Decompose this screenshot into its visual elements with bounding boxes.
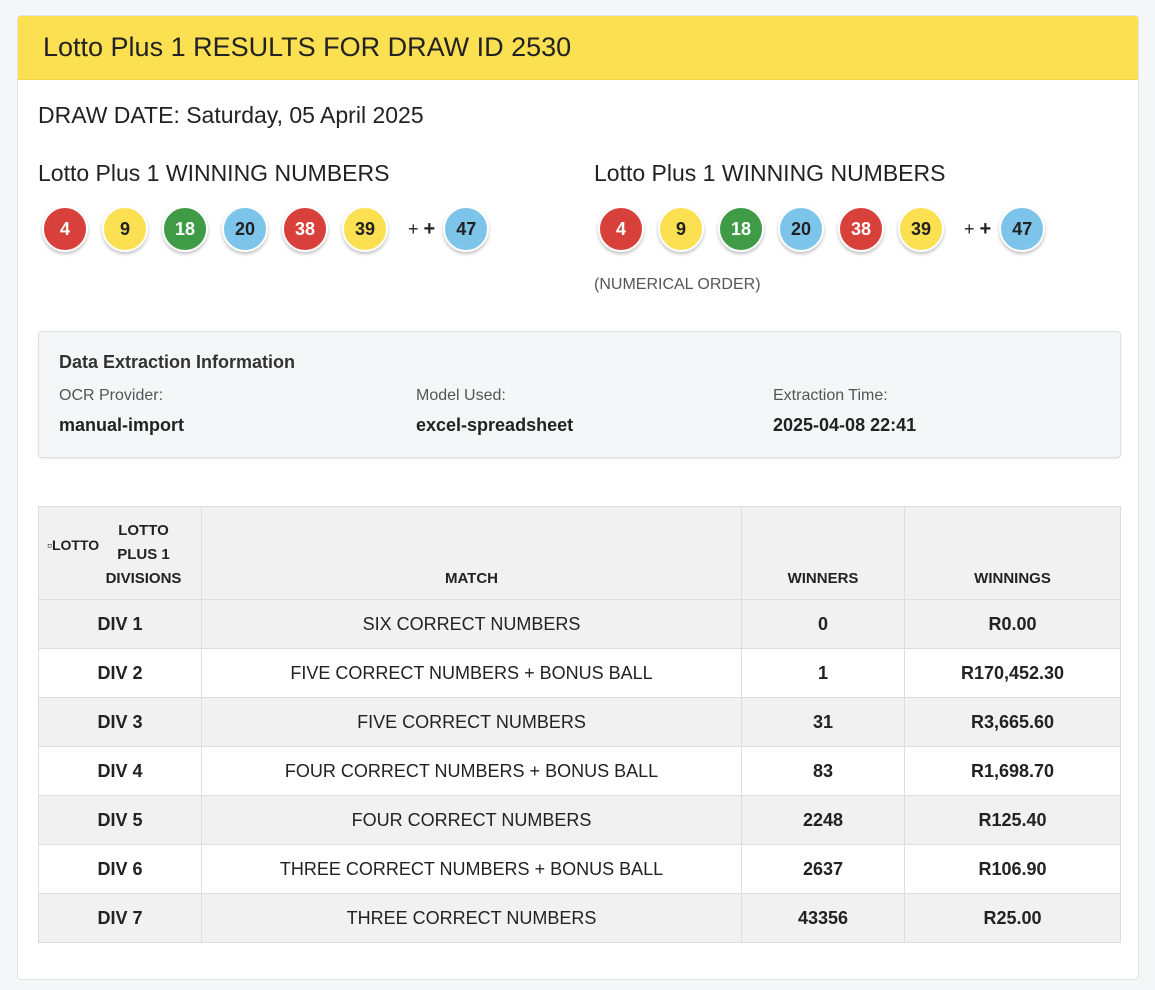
bonus-separator: + +	[408, 218, 435, 241]
lotto-ball: 20	[778, 206, 824, 252]
lotto-ball: 20	[222, 206, 268, 252]
table-row: DIV 1 SIX CORRECT NUMBERS 0 R0.00	[38, 599, 1121, 649]
lotto-ball: 4	[42, 206, 88, 252]
bonus-separator: + +	[964, 218, 991, 241]
winning-numbers-heading: Lotto Plus 1 WINNING NUMBERS	[594, 160, 946, 186]
winnings-cell: R25.00	[904, 893, 1121, 943]
division-cell: DIV 1	[38, 599, 202, 649]
bonus-ball: 47	[443, 206, 490, 252]
winners-cell: 2248	[741, 795, 905, 845]
winnings-cell: R0.00	[904, 599, 1121, 649]
winning-numbers-heading: Lotto Plus 1 WINNING NUMBERS	[38, 160, 390, 186]
table-row: DIV 4 FOUR CORRECT NUMBERS + BONUS BALL …	[38, 746, 1121, 796]
winnings-cell: R1,698.70	[904, 746, 1121, 796]
ball-row: 4 9 18 20 38 39 + + 47	[594, 206, 1055, 252]
logo-alt-text: LOTTO	[51, 537, 100, 553]
ocr-provider-label: OCR Provider:	[59, 387, 164, 404]
match-cell: THREE CORRECT NUMBERS + BONUS BALL	[201, 844, 742, 894]
lotto-ball: 18	[718, 206, 764, 252]
winners-cell: 2637	[741, 844, 905, 894]
table-row: DIV 2 FIVE CORRECT NUMBERS + BONUS BALL …	[38, 648, 1121, 698]
plus-sign: +	[964, 218, 975, 239]
card-header: Lotto Plus 1 RESULTS FOR DRAW ID 2530	[18, 16, 1138, 80]
data-extraction-panel: Data Extraction Information OCR Provider…	[38, 331, 1121, 458]
divisions-header-line: DIVISIONS	[105, 570, 182, 587]
plus-sign: +	[408, 218, 419, 239]
winnings-header: WINNINGS	[904, 506, 1121, 600]
divisions-header: ▫LOTTO LOTTO PLUS 1 DIVISIONS	[38, 506, 202, 600]
lotto-ball: 38	[282, 206, 328, 252]
ocr-provider-field: OCR Provider: manual-import	[59, 387, 184, 436]
winnings-cell: R125.40	[904, 795, 1121, 845]
table-row: DIV 6 THREE CORRECT NUMBERS + BONUS BALL…	[38, 844, 1121, 894]
extraction-time-field: Extraction Time: 2025-04-08 22:41	[773, 387, 916, 436]
draw-date: DRAW DATE: Saturday, 05 April 2025	[38, 102, 424, 128]
winners-cell: 0	[741, 599, 905, 649]
table-row: DIV 5 FOUR CORRECT NUMBERS 2248 R125.40	[38, 795, 1121, 845]
extraction-title: Data Extraction Information	[59, 352, 296, 372]
lotto-ball: 9	[658, 206, 704, 252]
model-used-value: excel-spreadsheet	[416, 415, 574, 435]
winnings-cell: R3,665.60	[904, 697, 1121, 747]
match-header: MATCH	[201, 506, 742, 600]
winnings-cell: R170,452.30	[904, 648, 1121, 698]
divisions-header-line: LOTTO	[118, 522, 169, 539]
division-cell: DIV 7	[38, 893, 202, 943]
lotto-ball: 38	[838, 206, 884, 252]
division-cell: DIV 2	[38, 648, 202, 698]
bonus-ball: 47	[999, 206, 1046, 252]
winners-header: WINNERS	[741, 506, 905, 600]
results-card: Lotto Plus 1 RESULTS FOR DRAW ID 2530 DR…	[17, 15, 1139, 980]
winning-numbers-numerical-order: Lotto Plus 1 WINNING NUMBERS 4 9 18 20 3…	[594, 160, 1055, 294]
extraction-time-value: 2025-04-08 22:41	[773, 415, 917, 435]
winnings-cell: R106.90	[904, 844, 1121, 894]
winners-cell: 1	[741, 648, 905, 698]
model-used-field: Model Used: excel-spreadsheet	[416, 387, 573, 436]
divisions-table: ▫LOTTO LOTTO PLUS 1 DIVISIONS MATCH WINN…	[38, 506, 1121, 943]
table-header-row: ▫LOTTO LOTTO PLUS 1 DIVISIONS MATCH WINN…	[38, 506, 1121, 600]
lotto-ball: 18	[162, 206, 208, 252]
match-cell: FIVE CORRECT NUMBERS + BONUS BALL	[201, 648, 742, 698]
winning-numbers-drawn-order: Lotto Plus 1 WINNING NUMBERS 4 9 18 20 3…	[38, 160, 499, 252]
division-cell: DIV 4	[38, 746, 202, 796]
extraction-time-label: Extraction Time:	[773, 387, 888, 404]
numerical-order-note: (NUMERICAL ORDER)	[594, 276, 761, 293]
divisions-header-line: PLUS 1	[117, 546, 170, 563]
match-cell: FOUR CORRECT NUMBERS	[201, 795, 742, 845]
model-used-label: Model Used:	[416, 387, 506, 404]
page-title: Lotto Plus 1 RESULTS FOR DRAW ID 2530	[43, 32, 572, 62]
lotto-logo-broken-image: ▫LOTTO	[47, 537, 102, 569]
lotto-ball: 9	[102, 206, 148, 252]
ocr-provider-value: manual-import	[59, 415, 185, 435]
winners-cell: 31	[741, 697, 905, 747]
table-row: DIV 3 FIVE CORRECT NUMBERS 31 R3,665.60	[38, 697, 1121, 747]
division-cell: DIV 5	[38, 795, 202, 845]
table-row: DIV 7 THREE CORRECT NUMBERS 43356 R25.00	[38, 893, 1121, 943]
winners-cell: 83	[741, 746, 905, 796]
ball-row: 4 9 18 20 38 39 + + 47	[38, 206, 499, 252]
plus-sign-bold: +	[979, 217, 992, 240]
lotto-ball: 39	[342, 206, 388, 252]
divisions-header-label: LOTTO PLUS 1 DIVISIONS	[96, 519, 191, 591]
plus-sign-bold: +	[423, 217, 436, 240]
division-cell: DIV 3	[38, 697, 202, 747]
lotto-ball: 39	[898, 206, 944, 252]
match-cell: THREE CORRECT NUMBERS	[201, 893, 742, 943]
lotto-ball: 4	[598, 206, 644, 252]
match-cell: SIX CORRECT NUMBERS	[201, 599, 742, 649]
match-cell: FOUR CORRECT NUMBERS + BONUS BALL	[201, 746, 742, 796]
match-cell: FIVE CORRECT NUMBERS	[201, 697, 742, 747]
division-cell: DIV 6	[38, 844, 202, 894]
winners-cell: 43356	[741, 893, 905, 943]
